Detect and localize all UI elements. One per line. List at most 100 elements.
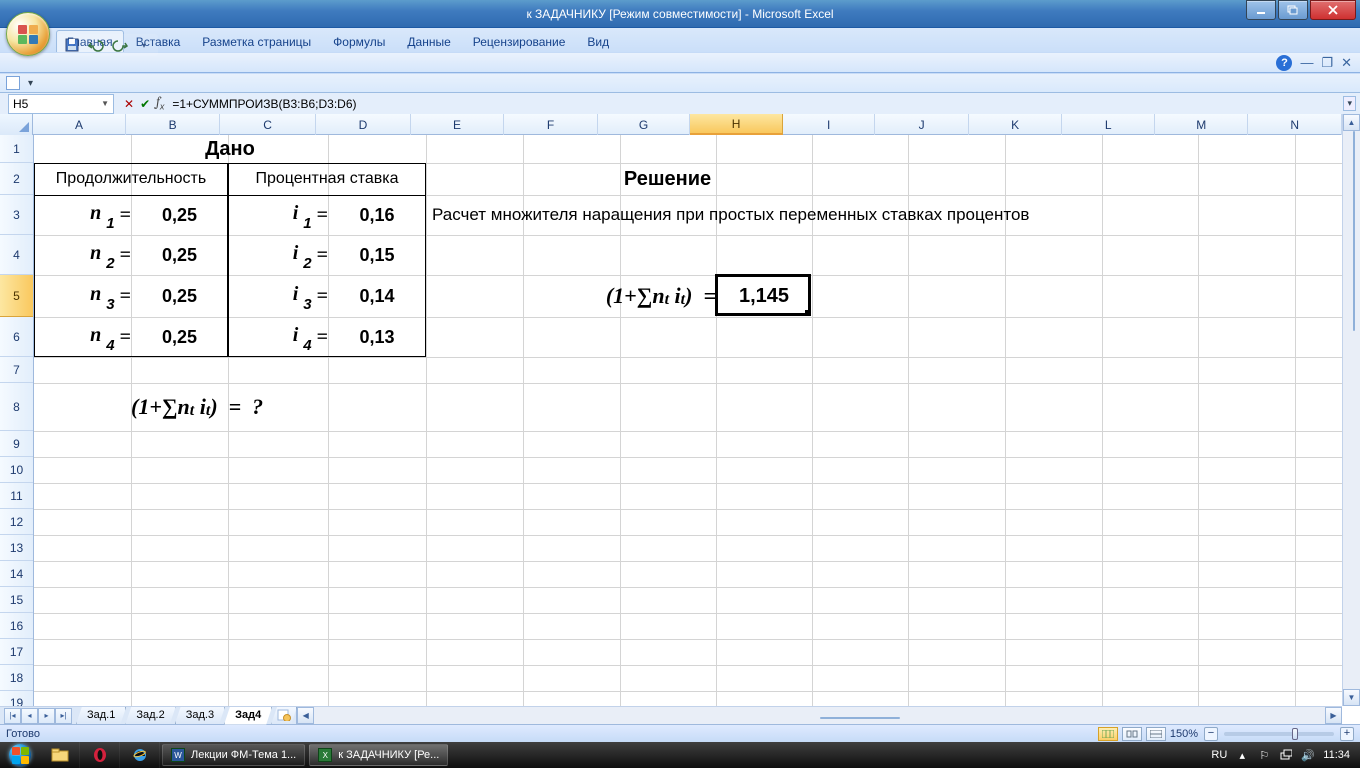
column-header[interactable]: N <box>1248 114 1342 135</box>
pinned-opera-icon[interactable] <box>80 742 120 768</box>
vertical-scrollbar[interactable]: ▲ ▼ <box>1342 114 1360 706</box>
cell-result-value[interactable]: 1,145 <box>716 275 812 317</box>
row-header[interactable]: 1 <box>0 135 33 163</box>
ribbon-tab-5[interactable]: Рецензирование <box>463 31 576 52</box>
cell-question-formula[interactable]: (1+∑nt i t) = ? <box>131 383 426 431</box>
redo-icon[interactable] <box>112 37 128 53</box>
restore-window-icon[interactable]: ❐ <box>1321 55 1333 71</box>
column-header[interactable]: L <box>1062 114 1155 135</box>
save-icon[interactable] <box>64 37 80 53</box>
sheet-tab[interactable]: Зад.3 <box>175 707 225 725</box>
confirm-formula-icon[interactable]: ✔ <box>140 97 150 111</box>
cell-i-value[interactable]: 0,13 <box>328 317 426 357</box>
toolbar-placeholder-icon[interactable] <box>6 76 20 90</box>
cell-i-value[interactable]: 0,14 <box>328 275 426 317</box>
vertical-scroll-thumb[interactable] <box>1353 131 1355 331</box>
cell-i-label[interactable]: i 2 = <box>228 235 328 275</box>
row-header[interactable]: 2 <box>0 163 33 195</box>
close-button[interactable] <box>1310 0 1356 20</box>
view-page-break-icon[interactable] <box>1146 727 1166 741</box>
column-header[interactable]: A <box>33 114 127 135</box>
cell-n-value[interactable]: 0,25 <box>131 195 228 235</box>
row-header[interactable]: 7 <box>0 357 33 383</box>
select-all-corner[interactable] <box>0 114 33 135</box>
row-header[interactable]: 13 <box>0 535 33 561</box>
row-header[interactable]: 12 <box>0 509 33 535</box>
taskbar-app-word[interactable]: WЛекции ФМ-Тема 1... <box>162 744 305 766</box>
zoom-percent[interactable]: 150% <box>1170 728 1198 740</box>
zoom-out-button[interactable]: − <box>1204 727 1218 741</box>
cell-i-value[interactable]: 0,16 <box>328 195 426 235</box>
tray-flag-icon[interactable]: ⚐ <box>1257 748 1271 762</box>
column-header[interactable]: H <box>690 114 783 135</box>
cell-i-label[interactable]: i 3 = <box>228 275 328 317</box>
row-header[interactable]: 10 <box>0 457 33 483</box>
zoom-slider-handle[interactable] <box>1292 728 1298 740</box>
sheet-tab[interactable]: Зад.2 <box>125 707 175 725</box>
cell-solution-header[interactable]: Решение <box>523 163 812 195</box>
cell-rate-header[interactable]: Процентная ставка <box>228 163 426 195</box>
scroll-right-icon[interactable]: ▶ <box>1325 707 1342 724</box>
fx-icon[interactable]: fx <box>156 95 164 112</box>
cancel-formula-icon[interactable]: ✕ <box>124 97 134 111</box>
row-header[interactable]: 3 <box>0 195 33 235</box>
zoom-slider[interactable] <box>1224 732 1334 736</box>
pinned-explorer-icon[interactable] <box>40 742 80 768</box>
row-header[interactable]: 17 <box>0 639 33 665</box>
row-header[interactable]: 6 <box>0 317 33 357</box>
maximize-button[interactable] <box>1278 0 1308 20</box>
expand-formula-bar-icon[interactable]: ▾ <box>1343 96 1356 111</box>
cell-n-label[interactable]: n 3 = <box>34 275 131 317</box>
column-header[interactable]: E <box>411 114 505 135</box>
undo-icon[interactable] <box>88 37 104 53</box>
ribbon-tab-3[interactable]: Формулы <box>323 31 395 52</box>
scroll-down-icon[interactable]: ▼ <box>1343 689 1360 706</box>
tray-clock[interactable]: 11:34 <box>1323 749 1350 761</box>
scroll-left-icon[interactable]: ◀ <box>297 707 314 724</box>
close-workbook-icon[interactable]: ✕ <box>1341 55 1352 71</box>
cell-n-label[interactable]: n 2 = <box>34 235 131 275</box>
row-header[interactable]: 15 <box>0 587 33 613</box>
cell-solution-text[interactable]: Расчет множителя наращения при простых п… <box>432 195 1301 235</box>
cell-i-label[interactable]: i 1 = <box>228 195 328 235</box>
ribbon-tab-6[interactable]: Вид <box>577 31 619 52</box>
cell-n-value[interactable]: 0,25 <box>131 317 228 357</box>
sheet-nav-last-icon[interactable]: ▸| <box>55 708 72 724</box>
row-header[interactable]: 4 <box>0 235 33 275</box>
column-header[interactable]: B <box>126 114 220 135</box>
sheet-nav-prev-icon[interactable]: ◂ <box>21 708 38 724</box>
column-header[interactable]: D <box>316 114 410 135</box>
sheet-nav-first-icon[interactable]: |◂ <box>4 708 21 724</box>
start-button[interactable] <box>0 742 40 768</box>
cell-n-label[interactable]: n 1 = <box>34 195 131 235</box>
column-header[interactable]: G <box>598 114 691 135</box>
tray-show-hidden-icon[interactable]: ▴ <box>1235 748 1249 762</box>
column-header[interactable]: K <box>969 114 1063 135</box>
cell-dano-header[interactable]: Дано <box>34 135 426 163</box>
column-header[interactable]: J <box>875 114 969 135</box>
pinned-ie-icon[interactable] <box>120 742 160 768</box>
tray-network-icon[interactable] <box>1279 748 1293 762</box>
row-header[interactable]: 8 <box>0 383 33 431</box>
new-sheet-button[interactable] <box>271 707 297 725</box>
minimize-button[interactable] <box>1246 0 1276 20</box>
cell-i-label[interactable]: i 4 = <box>228 317 328 357</box>
name-box-dropdown-icon[interactable]: ▼ <box>101 99 109 108</box>
column-header[interactable]: I <box>783 114 876 135</box>
cell-n-value[interactable]: 0,25 <box>131 235 228 275</box>
ribbon-tab-4[interactable]: Данные <box>397 31 460 52</box>
minimize-ribbon-icon[interactable]: — <box>1300 55 1313 70</box>
tray-volume-icon[interactable]: 🔊 <box>1301 748 1315 762</box>
row-header[interactable]: 5 <box>0 275 33 317</box>
toolbar-dropdown-icon[interactable]: ▾ <box>28 78 33 89</box>
sheet-nav-next-icon[interactable]: ▸ <box>38 708 55 724</box>
horizontal-scroll-thumb[interactable] <box>820 717 900 719</box>
qat-customize-icon[interactable]: ▾ <box>136 37 152 53</box>
row-header[interactable]: 18 <box>0 665 33 691</box>
cell-duration-header[interactable]: Продолжительность <box>34 163 228 195</box>
row-header[interactable]: 9 <box>0 431 33 457</box>
formula-input[interactable]: =1+СУММПРОИЗВ(B3:B6;D3:D6) <box>164 97 1360 111</box>
help-icon[interactable]: ? <box>1276 55 1292 71</box>
cell-i-value[interactable]: 0,15 <box>328 235 426 275</box>
tray-lang[interactable]: RU <box>1211 749 1227 761</box>
